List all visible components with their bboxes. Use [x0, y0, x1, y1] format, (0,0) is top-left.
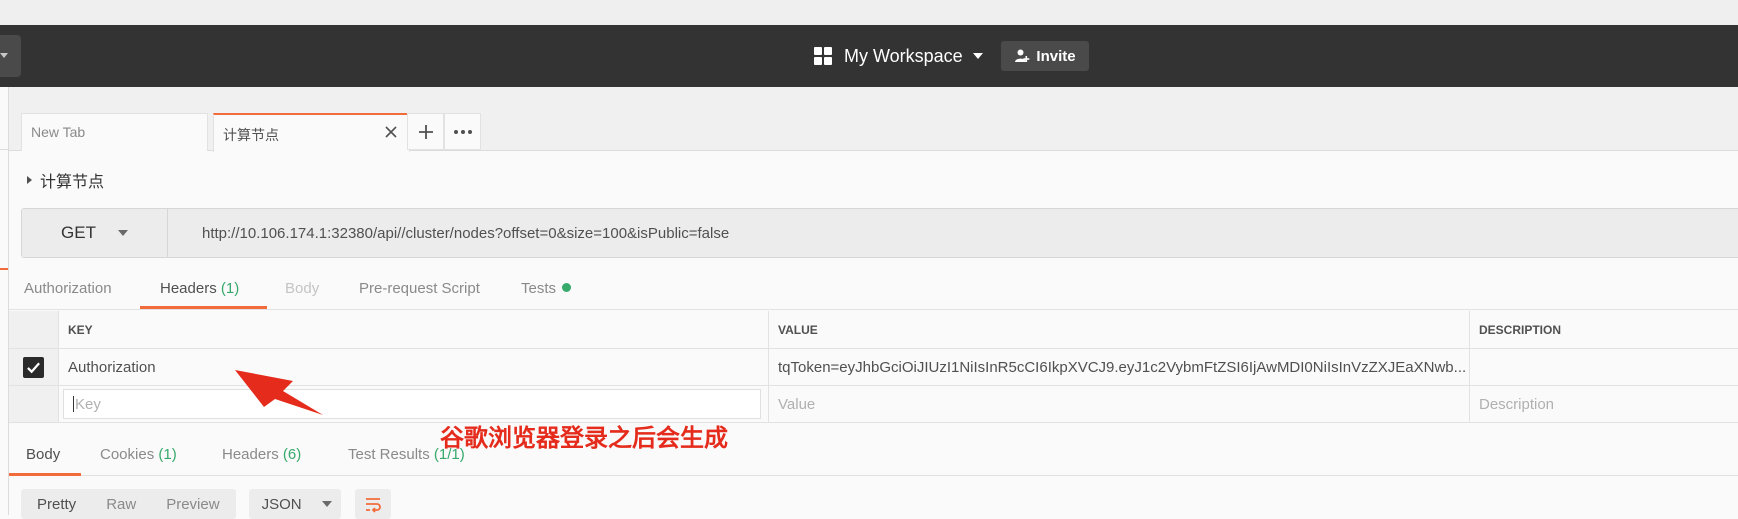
tab-test-results[interactable]: Test Results (1/1) — [348, 446, 465, 463]
left-menu-button[interactable] — [0, 35, 21, 77]
header-key-cell[interactable]: Authorization — [59, 349, 769, 385]
method-select[interactable]: GET — [22, 209, 168, 257]
sidebar-active-marker — [0, 268, 8, 270]
row-enabled-checkbox[interactable] — [23, 356, 44, 378]
workspace-label: My Workspace — [844, 45, 963, 66]
chevron-right-icon — [27, 176, 32, 184]
tab-response-headers-label: Headers — [222, 446, 279, 463]
url-bar: GET http://10.106.174.1:32380/api//clust… — [21, 208, 1738, 258]
tab-new-tab[interactable]: New Tab — [21, 113, 208, 151]
request-section-tabs: Authorization Headers (1) Body Pre-reque… — [9, 272, 1738, 310]
column-header-description: DESCRIPTION — [1479, 322, 1562, 337]
header-description-cell[interactable] — [1470, 349, 1738, 385]
tab-tests[interactable]: Tests — [521, 280, 572, 297]
tab-response-body[interactable]: Body — [26, 446, 60, 463]
format-label: JSON — [261, 495, 302, 513]
raw-button[interactable]: Raw — [106, 496, 136, 513]
workspace-switcher[interactable]: My Workspace — [814, 44, 983, 68]
active-tab-underline — [140, 306, 267, 309]
grid-icon — [814, 47, 832, 65]
url-input[interactable]: http://10.106.174.1:32380/api//cluster/n… — [168, 209, 1738, 257]
tab-label: 计算节点 — [223, 127, 279, 143]
close-icon[interactable] — [383, 124, 399, 140]
tab-compute-nodes[interactable]: 计算节点 — [213, 113, 410, 152]
tab-tests-label: Tests — [521, 280, 557, 297]
method-label: GET — [61, 223, 96, 242]
text-cursor — [73, 396, 74, 412]
more-tabs-button[interactable] — [444, 113, 481, 150]
plus-icon — [418, 124, 433, 139]
column-header-key: KEY — [59, 311, 769, 348]
pretty-button[interactable]: Pretty — [37, 496, 76, 513]
invite-label: Invite — [1036, 47, 1076, 65]
cookies-count: (1) — [158, 446, 177, 463]
tab-prerequest-script[interactable]: Pre-request Script — [359, 280, 480, 297]
key-placeholder: Key — [75, 395, 101, 413]
check-icon — [27, 362, 40, 373]
preview-button[interactable]: Preview — [166, 496, 219, 513]
annotation-arrow — [235, 370, 323, 415]
new-value-input[interactable]: Value — [769, 386, 1470, 422]
wrap-lines-icon — [365, 498, 381, 513]
chevron-down-icon — [321, 501, 332, 507]
tab-body-label: Body — [285, 280, 320, 297]
tab-headers-label: Headers — [160, 280, 217, 297]
active-response-tab-underline — [9, 473, 81, 476]
add-person-icon — [1015, 49, 1030, 62]
add-tab-button[interactable] — [407, 113, 444, 150]
tab-label: New Tab — [31, 124, 86, 140]
tab-cookies-label: Cookies — [100, 446, 155, 463]
chevron-down-icon — [117, 230, 128, 236]
window-top-strip — [0, 0, 1738, 25]
chevron-down-icon — [972, 53, 983, 59]
headers-count: (1) — [220, 280, 240, 297]
table-header-row: KEY VALUE DESCRIPTION — [9, 311, 1738, 349]
new-key-input[interactable]: Key — [63, 389, 761, 419]
tab-test-results-label: Test Results — [348, 446, 430, 463]
tab-response-headers[interactable]: Headers (6) — [222, 446, 301, 463]
request-name: 计算节点 — [40, 174, 105, 191]
header-value-cell[interactable]: tqToken=eyJhbGciOiJIUzI1NiIsInR5cCI6IkpX… — [769, 349, 1470, 385]
tab-authorization[interactable]: Authorization — [24, 280, 112, 297]
request-name-breadcrumb[interactable]: 计算节点 — [27, 168, 104, 192]
tab-body[interactable]: Body — [285, 280, 319, 297]
tab-prerequest-label: Pre-request Script — [359, 280, 480, 297]
chevron-down-icon — [0, 53, 8, 58]
more-icon — [453, 129, 472, 134]
sidebar-separator — [0, 149, 8, 150]
row-checkbox-cell — [9, 349, 59, 385]
request-tabs-bar: New Tab 计算节点 — [9, 87, 1738, 152]
app-header: My Workspace Invite — [0, 25, 1738, 87]
test-results-count: (1/1) — [433, 446, 465, 463]
column-header-value: VALUE — [769, 311, 1470, 348]
tab-response-body-label: Body — [26, 446, 61, 463]
invite-button[interactable]: Invite — [1001, 41, 1089, 71]
row-checkbox-cell — [9, 386, 59, 422]
tab-cookies[interactable]: Cookies (1) — [100, 446, 177, 463]
status-dot-icon — [562, 283, 572, 292]
new-description-input[interactable]: Description — [1470, 386, 1738, 422]
header-checkbox-cell — [9, 311, 59, 348]
tab-headers[interactable]: Headers (1) — [160, 280, 239, 297]
response-tabs: Body Cookies (1) Headers (6) Test Result… — [9, 430, 1738, 476]
new-key-cell: Key — [59, 386, 769, 422]
response-headers-count: (6) — [282, 446, 302, 463]
tab-authorization-label: Authorization — [24, 280, 112, 297]
